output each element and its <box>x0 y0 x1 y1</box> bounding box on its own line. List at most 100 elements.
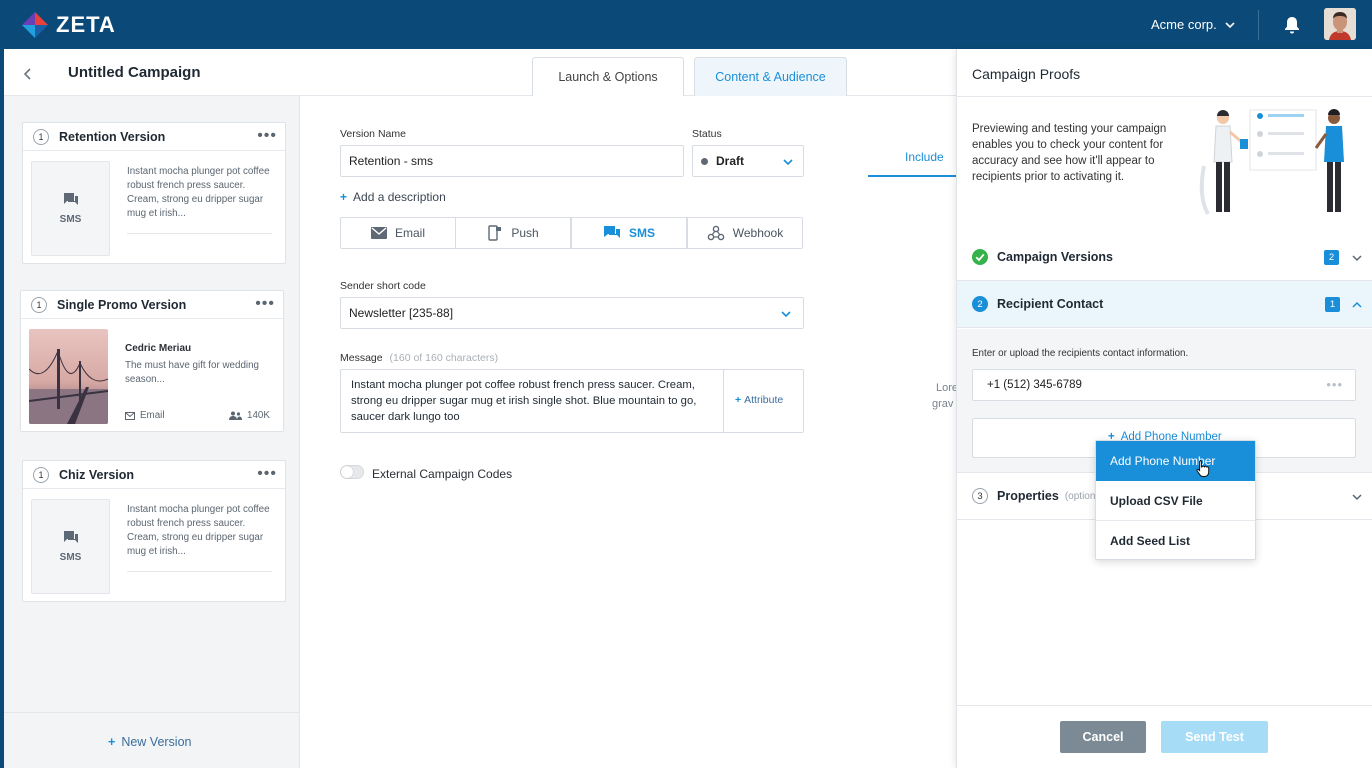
step-number-icon: 2 <box>972 296 988 312</box>
plus-icon: + <box>735 394 742 406</box>
partial-text: Lore <box>936 382 959 394</box>
status-label: Status <box>692 128 722 140</box>
thumbnail-label: SMS <box>59 214 82 225</box>
menu-item-upload-csv[interactable]: Upload CSV File <box>1096 481 1255 521</box>
zeta-logo[interactable]: ZETA <box>20 9 120 41</box>
check-circle-icon <box>972 249 988 265</box>
channel-tab-sms[interactable]: SMS <box>571 217 687 249</box>
plus-icon: + <box>108 735 116 749</box>
count-badge: 1 <box>1325 297 1340 312</box>
proofing-illustration-icon <box>1199 109 1344 215</box>
channel-tab-push[interactable]: Push <box>455 217 571 249</box>
message-char-count: (160 of 160 characters) <box>389 352 499 364</box>
insert-attribute-button[interactable]: + Attribute <box>735 394 783 406</box>
count-badge: 2 <box>1324 250 1339 265</box>
channel-indicator: Email <box>125 410 165 421</box>
logo-text: ZETA <box>56 12 116 37</box>
accordion-label: Properties <box>997 489 1059 503</box>
version-number: 1 <box>33 466 49 483</box>
sender-short-code-label: Sender short code <box>340 280 426 292</box>
webhook-icon <box>707 225 725 241</box>
envelope-icon <box>370 227 387 239</box>
channel-label: Email <box>394 226 425 240</box>
version-preview-text: The must have gift for wedding season... <box>125 360 259 385</box>
version-name-input[interactable]: Retention - sms <box>340 145 684 177</box>
version-number: 1 <box>33 128 49 145</box>
panel-intro-text: Previewing and testing your campaign ena… <box>972 123 1167 183</box>
bridge-photo-icon <box>29 329 108 424</box>
chevron-down-icon <box>1352 494 1362 501</box>
mobile-push-icon <box>488 225 502 241</box>
send-test-button[interactable]: Send Test <box>1161 721 1268 753</box>
step-number-icon: 3 <box>972 488 988 504</box>
divider <box>4 712 300 713</box>
topbar-divider <box>1258 10 1259 40</box>
version-preview-text: Instant mocha plunger pot coffee robust … <box>127 166 270 219</box>
version-card-single-promo[interactable]: 1 Single Promo Version ••• Cedric Meriau… <box>20 290 284 432</box>
include-tab-underline <box>868 175 956 177</box>
external-codes-label: External Campaign Codes <box>372 467 513 481</box>
sms-thumbnail: SMS <box>31 161 110 256</box>
chevron-down-icon <box>781 311 791 318</box>
divider <box>127 233 272 234</box>
version-card-chiz[interactable]: 1 Chiz Version ••• SMS Instant mocha plu… <box>22 460 286 602</box>
more-options-icon[interactable]: ••• <box>1326 377 1343 392</box>
org-selector[interactable]: Acme corp. <box>1151 17 1235 32</box>
phone-number-field[interactable]: +1 (512) 345-6789 ••• <box>972 369 1356 401</box>
message-label-row: Message (160 of 160 characters) <box>340 352 498 364</box>
divider <box>127 571 272 572</box>
chevron-left-icon[interactable] <box>24 68 32 80</box>
tab-content-audience[interactable]: Content & Audience <box>694 57 847 96</box>
org-name: Acme corp. <box>1151 17 1217 32</box>
chevron-up-icon <box>1352 301 1362 308</box>
new-version-button[interactable]: + New Version <box>108 735 192 749</box>
panel-title: Campaign Proofs <box>972 66 1081 82</box>
accordion-campaign-versions[interactable]: Campaign Versions 2 <box>957 234 1372 281</box>
sender-short-code-select[interactable]: Newsletter [235-88] <box>340 297 804 329</box>
menu-item-add-seed-list[interactable]: Add Seed List <box>1096 521 1255 561</box>
tab-launch-options[interactable]: Launch & Options <box>532 57 684 96</box>
version-number: 1 <box>31 296 47 313</box>
cancel-button[interactable]: Cancel <box>1060 721 1146 753</box>
channel-label: SMS <box>628 226 655 240</box>
audience-count: 140K <box>247 410 270 421</box>
more-options-icon[interactable]: ••• <box>257 466 277 482</box>
menu-item-add-phone-number[interactable]: Add Phone Number <box>1096 441 1255 481</box>
divider <box>957 705 1372 706</box>
partial-text: grav <box>932 398 954 410</box>
bell-icon[interactable] <box>1283 15 1301 35</box>
more-options-icon[interactable]: ••• <box>257 128 277 144</box>
chevron-down-icon <box>1352 255 1362 262</box>
channel-label: Email <box>140 410 165 421</box>
page-title: Untitled Campaign <box>68 64 201 81</box>
message-label: Message <box>340 352 383 364</box>
plus-icon: + <box>340 190 348 204</box>
user-avatar[interactable] <box>1324 8 1356 40</box>
add-description-link[interactable]: + Add a description <box>340 190 446 204</box>
sender-short-code-value: Newsletter [235-88] <box>349 306 454 320</box>
accordion-label: Campaign Versions <box>997 250 1114 264</box>
sender-name: Cedric Meriau <box>125 343 192 354</box>
channel-label: Push <box>511 226 539 240</box>
user-face-icon <box>1324 8 1356 40</box>
version-name: Single Promo Version <box>57 297 187 312</box>
tab-include[interactable]: Include <box>905 150 944 164</box>
phone-number-value: +1 (512) 345-6789 <box>987 379 1082 391</box>
version-name-label: Version Name <box>340 128 406 140</box>
thumbnail-label: SMS <box>59 552 82 563</box>
status-select[interactable]: Draft <box>692 145 804 177</box>
hand-pointer-cursor-icon <box>1196 460 1210 477</box>
channel-tab-email[interactable]: Email <box>340 217 456 249</box>
more-options-icon[interactable]: ••• <box>255 296 275 312</box>
message-textarea[interactable]: Instant mocha plunger pot coffee robust … <box>351 377 713 425</box>
divider <box>723 370 724 432</box>
version-name: Retention Version <box>59 129 166 144</box>
chat-bubble-icon <box>63 193 78 205</box>
version-name: Chiz Version <box>59 467 135 482</box>
accordion-recipient-contact[interactable]: 2 Recipient Contact 1 <box>957 281 1372 328</box>
version-card-retention[interactable]: 1 Retention Version ••• SMS Instant moch… <box>22 122 286 264</box>
audience-size: 140K <box>229 410 270 421</box>
channel-tab-webhook[interactable]: Webhook <box>687 217 803 249</box>
email-thumbnail-image <box>29 329 108 424</box>
zeta-logo-icon <box>22 12 48 38</box>
